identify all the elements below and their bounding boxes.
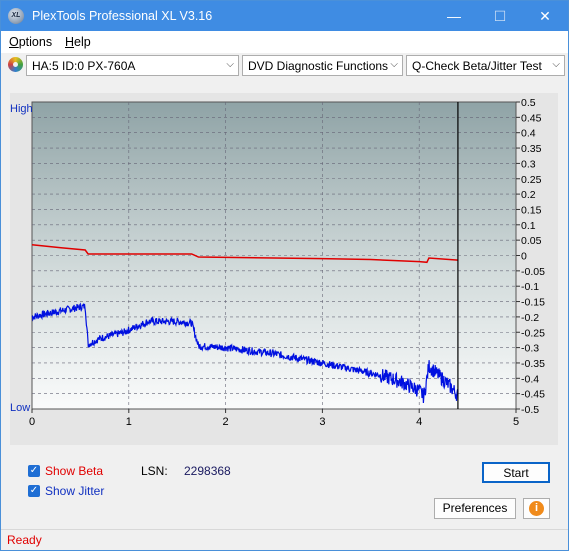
show-beta-checkbox[interactable]: ✓ <box>28 465 40 477</box>
x-tick-label: 0 <box>29 416 35 428</box>
beta-jitter-chart: High Low 0.5 0.45 0.4 0.35 0.3 0.25 0.2 0.15 0.1 0.… <box>10 97 545 428</box>
title-bar[interactable]: XL PlexTools Professional XL V3.16 — ☐ ✕ <box>1 1 568 31</box>
y-tick-label: -0.15 <box>521 297 545 309</box>
maximize-button[interactable]: ☐ <box>477 1 523 31</box>
lsn-value: 2298368 <box>184 464 231 478</box>
show-jitter-checkbox[interactable]: ✓ <box>28 485 40 497</box>
x-tick-label: 5 <box>513 416 519 428</box>
y-tick-label: 0.1 <box>521 220 536 232</box>
y-tick-label: 0.2 <box>521 189 536 201</box>
y-tick-label: 0.5 <box>521 97 536 109</box>
drive-select[interactable]: HA:5 ID:0 PX-760A ⌵ <box>26 55 239 76</box>
y-tick-label: 0 <box>521 251 527 263</box>
test-select-value: Q-Check Beta/Jitter Test <box>412 59 542 73</box>
window-title: PlexTools Professional XL V3.16 <box>32 9 213 23</box>
disc-drive-icon <box>8 57 23 72</box>
y-tick-label: 0.15 <box>521 204 542 216</box>
y-tick-label: -0.2 <box>521 312 539 324</box>
show-jitter-label[interactable]: Show Jitter <box>45 484 104 498</box>
drive-select-value: HA:5 ID:0 PX-760A <box>32 59 136 73</box>
y-tick-label: 0.05 <box>521 235 542 247</box>
y-tick-label: 0.45 <box>521 112 542 124</box>
info-icon: i <box>529 501 544 516</box>
menu-help[interactable]: Help <box>65 35 91 49</box>
app-logo-icon: XL <box>8 8 24 24</box>
menu-bar: Options Help <box>1 31 568 53</box>
close-button[interactable]: ✕ <box>522 1 568 31</box>
status-bar: Ready <box>1 529 568 550</box>
y-tick-label: -0.3 <box>521 343 539 355</box>
test-select[interactable]: Q-Check Beta/Jitter Test ⌵ <box>406 55 565 76</box>
x-tick-label: 4 <box>416 416 422 428</box>
function-select[interactable]: DVD Diagnostic Functions ⌵ <box>242 55 403 76</box>
y-tick-label: 0.25 <box>521 174 542 186</box>
show-beta-label[interactable]: Show Beta <box>45 464 103 478</box>
function-select-value: DVD Diagnostic Functions <box>248 59 389 73</box>
y-tick-label: -0.05 <box>521 266 545 278</box>
chart-panel: High Low 0.5 0.45 0.4 0.35 0.3 0.25 0.2 0.15 0.1 0.… <box>10 93 558 445</box>
axis-low-label: Low <box>10 402 30 414</box>
y-tick-label: -0.5 <box>521 404 539 416</box>
preferences-button[interactable]: Preferences <box>434 498 516 519</box>
x-tick-label: 1 <box>126 416 132 428</box>
chevron-down-icon: ⌵ <box>552 59 560 70</box>
status-text: Ready <box>7 533 42 547</box>
start-button[interactable]: Start <box>482 462 550 483</box>
y-tick-label: -0.4 <box>521 373 539 385</box>
chevron-down-icon: ⌵ <box>390 59 398 70</box>
y-tick-label: -0.25 <box>521 327 545 339</box>
chevron-down-icon: ⌵ <box>226 59 234 70</box>
y-tick-label: -0.45 <box>521 389 545 401</box>
y-tick-label: 0.35 <box>521 143 542 155</box>
info-button[interactable]: i <box>523 498 550 519</box>
app-window: XL PlexTools Professional XL V3.16 — ☐ ✕… <box>0 0 569 551</box>
x-tick-label: 2 <box>223 416 229 428</box>
y-tick-label: 0.3 <box>521 158 536 170</box>
axis-high-label: High <box>10 103 33 115</box>
menu-options[interactable]: Options <box>9 35 52 49</box>
y-tick-label: -0.1 <box>521 281 539 293</box>
y-tick-label: -0.35 <box>521 358 545 370</box>
y-tick-label: 0.4 <box>521 128 536 140</box>
lsn-label: LSN: <box>141 464 168 478</box>
x-tick-label: 3 <box>319 416 325 428</box>
minimize-button[interactable]: — <box>431 1 477 31</box>
